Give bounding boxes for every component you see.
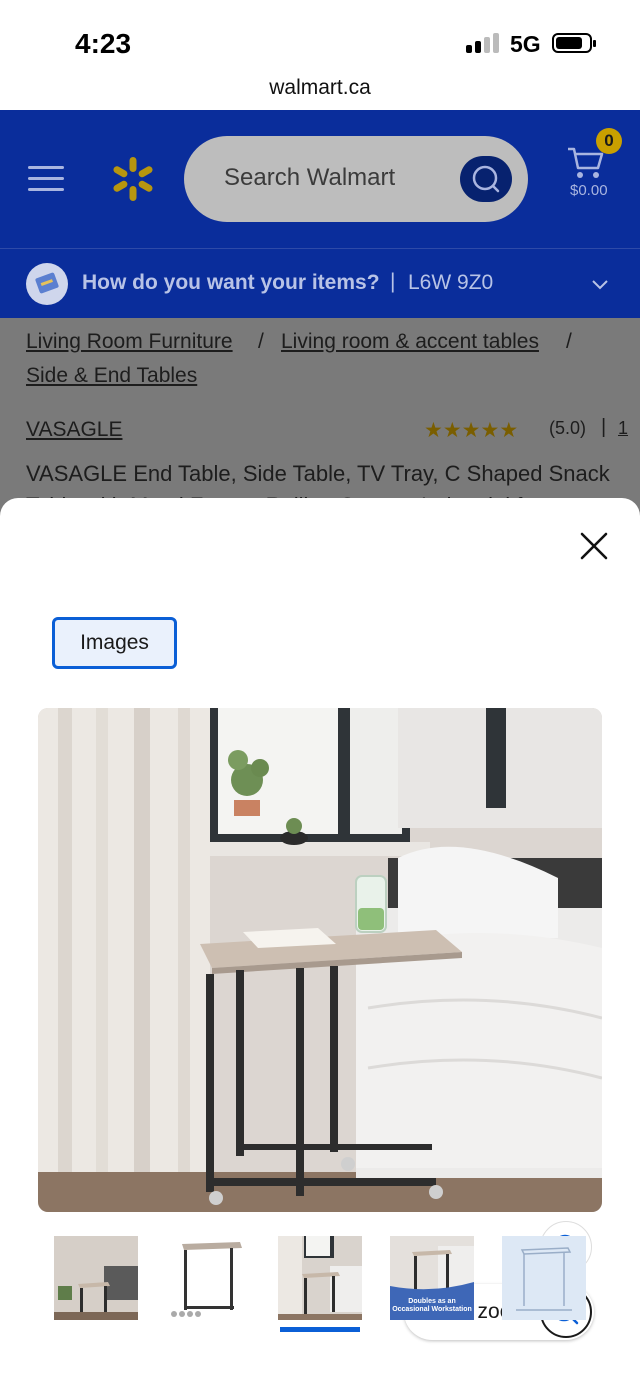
thumbnail-5[interactable] [502,1236,586,1320]
tab-images[interactable]: Images [52,617,177,669]
brand-link[interactable]: VASAGLE [26,418,123,442]
delivery-card-icon [26,263,68,305]
rating-value: (5.0) [549,418,587,438]
thumbnail-caption: Doubles as an Occasional Workstation [392,1298,472,1313]
rating-stars: ★★★★★ [424,418,518,443]
main-product-image[interactable] [38,708,602,1212]
review-count-link[interactable]: 1 [618,418,628,439]
walmart-spark-icon[interactable] [108,154,158,204]
close-icon[interactable] [576,528,612,564]
delivery-question: How do you want your items? [82,271,380,294]
cart-count-badge: 0 [596,128,622,154]
thumbnail-1[interactable] [54,1236,138,1320]
search-icon [472,165,500,193]
selected-thumbnail-indicator [280,1327,360,1332]
thumbnail-4[interactable]: Doubles as an Occasional Workstation [390,1236,474,1320]
network-type: 5G [510,31,541,57]
breadcrumb-side-end-tables[interactable]: Side & End Tables [26,364,197,388]
postal-code: L6W 9Z0 [408,271,494,294]
delivery-selector[interactable]: How do you want your items? | L6W 9Z0 [0,248,640,318]
star-icon: ★ [499,419,519,442]
star-icon: ★ [461,419,481,442]
product-photo [38,708,602,1212]
breadcrumb-living-room-furniture[interactable]: Living Room Furniture [26,330,233,354]
search-placeholder: Search Walmart [224,164,396,191]
cart-button[interactable]: 0 $0.00 [566,128,622,199]
image-gallery-modal: Images Doubles as an Occasional Workstat… [0,498,640,1386]
status-time: 4:23 [75,28,132,59]
site-header: Search Walmart 0 $0.00 [0,110,640,248]
thumbnail-strip: Doubles as an Occasional Workstation [0,1236,640,1346]
cart-total: $0.00 [570,182,608,199]
search-input[interactable]: Search Walmart [184,136,528,222]
battery-icon [552,33,596,53]
thumbnail-3-selected[interactable] [278,1236,362,1320]
star-icon: ★ [424,419,443,442]
address-bar-url[interactable]: walmart.ca [0,76,640,100]
breadcrumb-separator: / [258,330,264,353]
thumbnail-2[interactable] [166,1236,250,1320]
star-icon: ★ [442,419,462,442]
breadcrumb-accent-tables[interactable]: Living room & accent tables [281,330,539,354]
chevron-down-icon[interactable] [590,275,610,295]
rating-separator: | [601,416,607,438]
breadcrumb-separator: / [566,330,572,353]
search-button[interactable] [460,156,512,202]
star-icon: ★ [480,419,500,442]
signal-icon [466,33,502,53]
delivery-separator: | [390,270,396,293]
hamburger-menu-icon[interactable] [28,166,64,192]
product-info: Living Room Furniture / Living room & ac… [0,318,640,518]
status-bar: 4:23 5G walmart.ca [0,0,640,110]
